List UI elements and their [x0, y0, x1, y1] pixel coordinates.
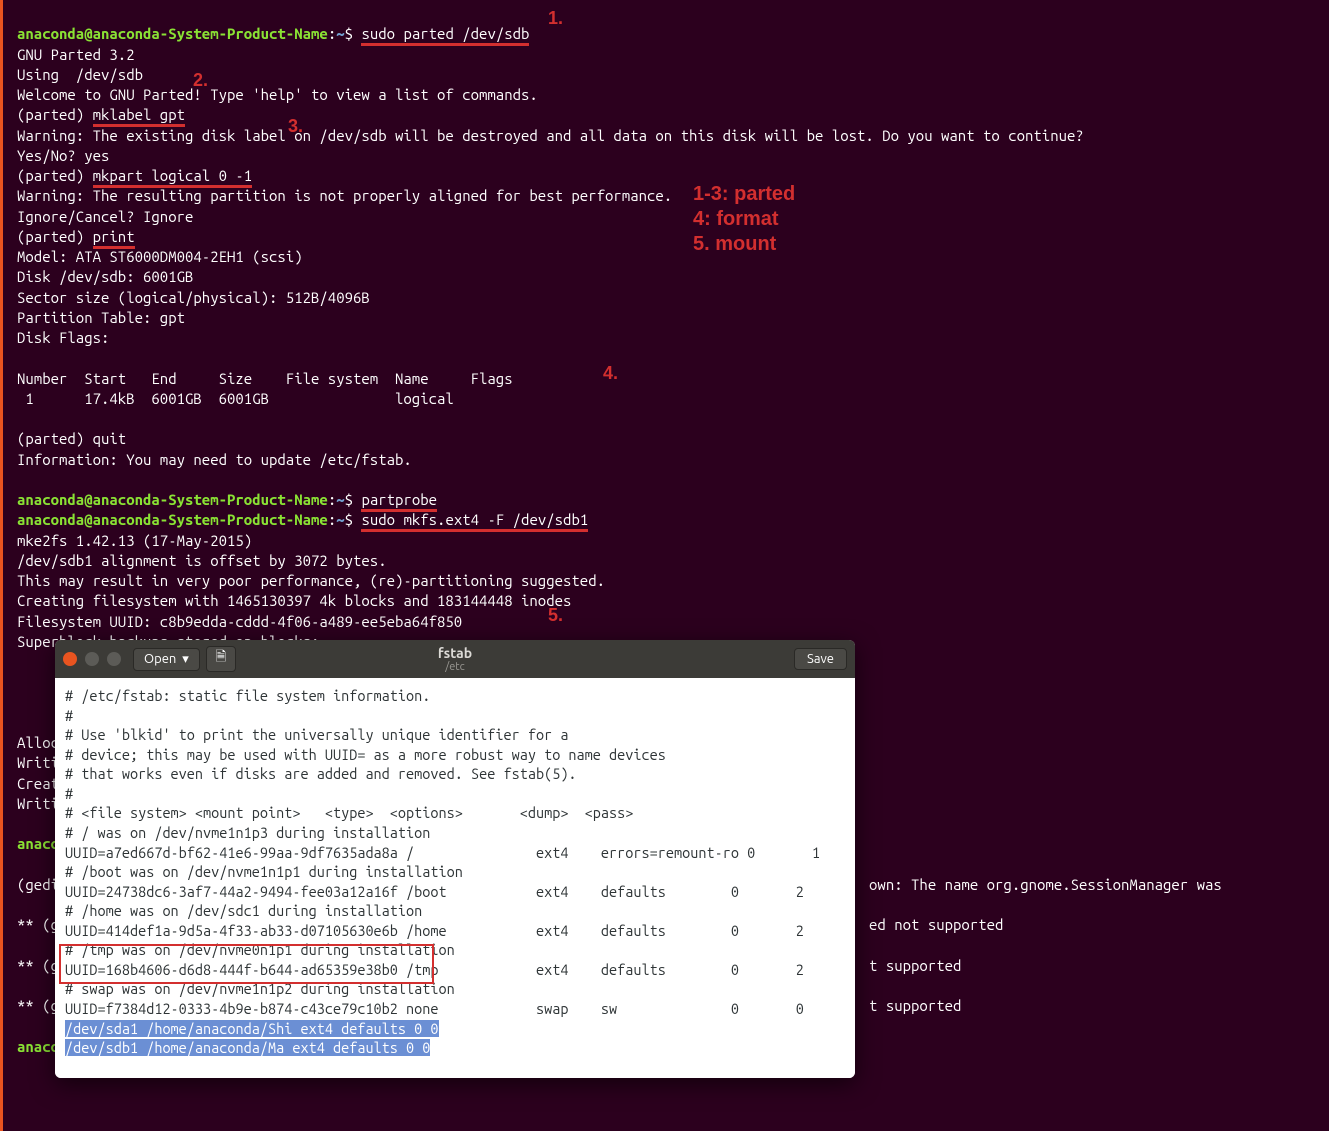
prompt-sep: :: [328, 25, 336, 42]
fstab-selected-line-2: /dev/sdb1 /home/anaconda/Ma ext4 default…: [65, 1039, 430, 1056]
gedit-titlebar[interactable]: Open ▾ 🗎 fstab /etc Save: [55, 640, 855, 678]
fstab-selected-line-1: /dev/sda1 /home/anaconda/Shi ext4 defaul…: [65, 1020, 439, 1037]
cmd-print: print: [93, 228, 135, 249]
chevron-down-icon: ▾: [182, 652, 189, 667]
save-button[interactable]: Save: [794, 648, 847, 670]
fstab-content: # /etc/fstab: static file system informa…: [65, 687, 820, 1017]
document-icon: 🗎: [215, 648, 226, 670]
gedit-title: fstab /etc: [438, 645, 472, 673]
gedit-window[interactable]: Open ▾ 🗎 fstab /etc Save # /etc/fstab: s…: [55, 640, 855, 1078]
close-icon[interactable]: [63, 652, 77, 666]
cmd-mkfs: sudo mkfs.ext4 -F /dev/sdb1: [361, 511, 588, 532]
parted-print-output: Model: ATA ST6000DM004-2EH1 (scsi) Disk …: [17, 248, 513, 407]
warn-destroy: Warning: The existing disk label on /dev…: [17, 127, 1084, 144]
cmd-mklabel: mklabel gpt: [93, 106, 185, 127]
gedit-text-editor[interactable]: # /etc/fstab: static file system informa…: [55, 678, 855, 1078]
maximize-icon[interactable]: [107, 652, 121, 666]
cmd-quit: quit: [93, 430, 127, 447]
open-button[interactable]: Open ▾: [133, 648, 200, 671]
parted-banner: GNU Parted 3.2 Using /dev/sdb Welcome to…: [17, 46, 538, 104]
cmd-partprobe: partprobe: [361, 491, 437, 512]
minimize-icon[interactable]: [85, 652, 99, 666]
cmd-mkpart: mkpart logical 0 -1: [93, 167, 253, 188]
prompt-path: ~: [336, 25, 344, 42]
warn-align: Warning: The resulting partition is not …: [17, 187, 672, 204]
new-document-button[interactable]: 🗎: [206, 646, 236, 672]
window-controls: [63, 652, 121, 666]
cmd-parted: sudo parted /dev/sdb: [361, 25, 529, 46]
prompt-user: anaconda@anaconda-System-Product-Name: [17, 25, 328, 42]
final-prompt: anaco: [17, 1038, 59, 1055]
